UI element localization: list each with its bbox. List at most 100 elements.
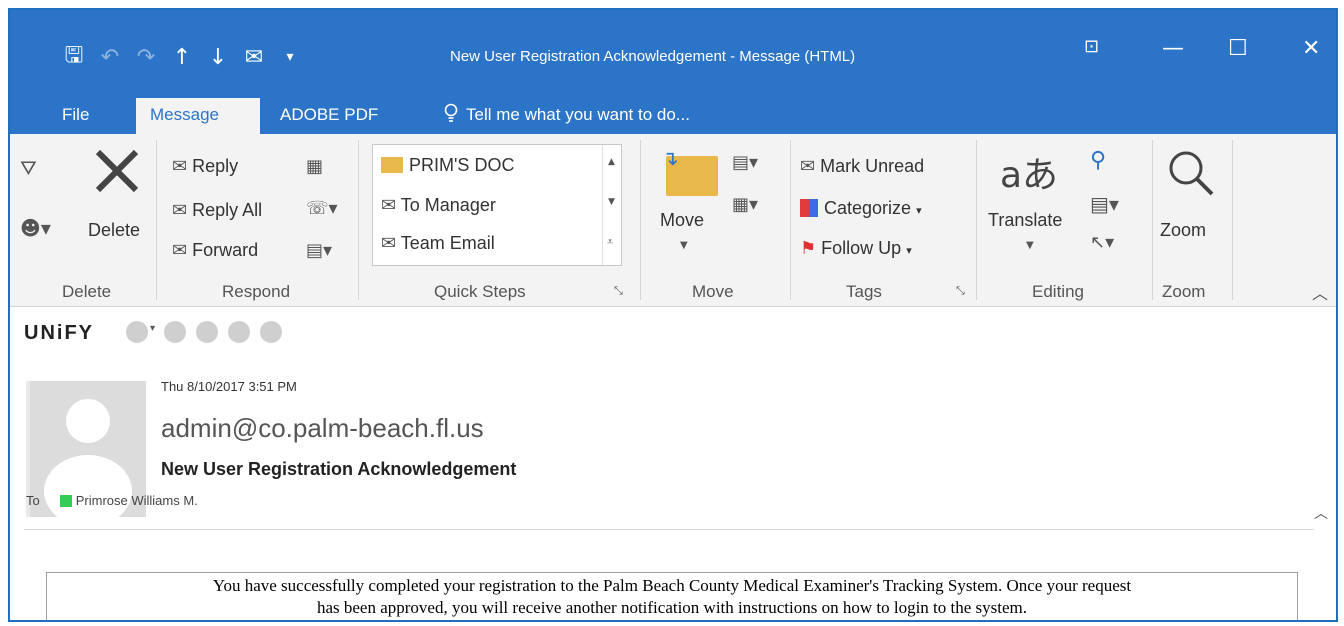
- rules-icon[interactable]: ▤▾: [732, 152, 758, 173]
- group-divider: [156, 140, 157, 300]
- editing-group-label: Editing: [1032, 282, 1084, 301]
- translate-button[interactable]: Translate: [988, 210, 1062, 231]
- select-cursor-icon[interactable]: ↖▾: [1090, 232, 1114, 253]
- quick-step-team-email[interactable]: ✉ Team Email: [381, 233, 495, 254]
- move-arrow-icon: ↴: [662, 146, 679, 170]
- quick-steps-group-label: Quick Steps: [434, 282, 526, 301]
- recipients-row: To Primrose Williams M.: [26, 493, 198, 508]
- find-icon[interactable]: ⚲: [1090, 148, 1106, 173]
- quick-step-to-manager[interactable]: ✉ To Manager: [381, 195, 496, 216]
- zoom-magnifier-icon: [1169, 151, 1214, 196]
- quick-steps-scrollbar[interactable]: ▲ ▼ ⩡: [602, 145, 621, 265]
- junk-icon[interactable]: ☻▾: [20, 216, 51, 240]
- forward-mail-icon: ✉: [381, 195, 397, 216]
- quick-step-prims-doc[interactable]: PRIM'S DOC: [381, 155, 514, 176]
- related-icon[interactable]: ▤▾: [1090, 192, 1119, 216]
- team-email-icon: ✉: [381, 233, 397, 254]
- group-divider: [358, 140, 359, 300]
- more-respond-icon[interactable]: ▤▾: [306, 240, 332, 261]
- translate-icon: aあ: [1000, 155, 1059, 196]
- move-dropdown-icon[interactable]: ▼: [680, 240, 688, 251]
- reply-icon: ✉: [172, 156, 188, 177]
- reply-button[interactable]: ✉ Reply: [172, 156, 238, 177]
- header-divider: [24, 529, 1314, 530]
- collapse-header-icon[interactable]: ︿: [1314, 503, 1328, 523]
- tell-me-text: Tell me what you want to do...: [466, 105, 690, 124]
- mark-unread-icon: ✉: [800, 156, 816, 177]
- translate-dropdown-icon[interactable]: ▼: [1026, 240, 1034, 251]
- presence-indicator: [59, 495, 72, 507]
- dialog-launcher-icon[interactable]: ⤡: [614, 284, 623, 298]
- tags-group-label: Tags: [846, 282, 882, 301]
- group-divider: [640, 140, 641, 300]
- screen-share-icon[interactable]: [228, 321, 250, 343]
- more-quick-steps-icon[interactable]: ⩡: [607, 235, 613, 249]
- delete-button[interactable]: Delete: [88, 220, 140, 241]
- tab-file[interactable]: File: [48, 98, 103, 134]
- recipient-name[interactable]: Primrose Williams M.: [76, 493, 198, 508]
- ignore-icon[interactable]: ⛛: [20, 156, 37, 180]
- outlook-window: 🖫 ↶ ↷ ↑ ↓ ✉ ▾ New User Registration Ackn…: [8, 8, 1338, 622]
- onenote-icon[interactable]: ▦▾: [732, 194, 758, 215]
- history-icon[interactable]: [260, 321, 282, 343]
- save-icon[interactable]: 🖫: [56, 38, 92, 76]
- reply-all-button[interactable]: ✉ Reply All: [172, 200, 262, 221]
- next-item-icon[interactable]: ↓: [200, 45, 236, 70]
- ribbon: ⛛ ☻▾ Delete Delete ✉ Reply ✉ Reply All ✉…: [10, 134, 1336, 307]
- ribbon-tabs: File Message ADOBE PDF Tell me what you …: [10, 90, 1336, 134]
- move-button[interactable]: Move: [660, 210, 704, 231]
- group-divider: [1152, 140, 1153, 300]
- meeting-icon[interactable]: ▦: [306, 156, 323, 177]
- customize-toolbar-icon[interactable]: ▾: [272, 49, 308, 65]
- categorize-icon: [800, 199, 818, 217]
- maximize-icon[interactable]: ☐: [1228, 36, 1248, 61]
- message-body: You have successfully completed your reg…: [46, 572, 1298, 620]
- scroll-up-icon[interactable]: ▲: [608, 157, 615, 167]
- forward-icon: ✉: [172, 240, 188, 261]
- title-bar: 🖫 ↶ ↷ ↑ ↓ ✉ ▾ New User Registration Ackn…: [10, 10, 1336, 90]
- to-label: To: [26, 493, 40, 508]
- group-divider: [976, 140, 977, 300]
- undo-icon[interactable]: ↶: [92, 45, 128, 70]
- tab-message[interactable]: Message: [136, 98, 260, 134]
- quick-steps-gallery: PRIM'S DOC ✉ To Manager ✉ Team Email ▲ ▼…: [372, 144, 622, 266]
- unify-logo: UNiFY: [24, 322, 94, 344]
- zoom-button[interactable]: Zoom: [1160, 220, 1206, 241]
- redo-icon[interactable]: ↷: [128, 45, 164, 70]
- sender-address[interactable]: admin@co.palm-beach.fl.us: [161, 413, 484, 444]
- body-line-2: has been approved, you will receive anot…: [316, 598, 1028, 617]
- delete-x-icon[interactable]: [92, 146, 142, 196]
- chat-icon[interactable]: [196, 321, 218, 343]
- message-date: Thu 8/10/2017 3:51 PM: [161, 379, 297, 394]
- previous-item-icon[interactable]: ↑: [164, 45, 200, 70]
- mark-unread-button[interactable]: ✉ Mark Unread: [800, 156, 924, 177]
- body-line-1: You have successfully completed your reg…: [212, 576, 1132, 595]
- tell-me-search[interactable]: Tell me what you want to do...: [430, 98, 704, 134]
- reading-pane: UNiFY ▾ Thu 8/10/2017 3:51 PM admin@co.p…: [10, 307, 1336, 620]
- delete-group-label: Delete: [62, 282, 112, 301]
- folder-icon: [381, 157, 403, 173]
- phone-dropdown-icon[interactable]: ▾: [150, 323, 155, 334]
- reply-envelope-icon[interactable]: ✉: [236, 45, 272, 70]
- close-icon[interactable]: ✕: [1302, 36, 1320, 61]
- flag-icon: ⚑: [800, 238, 817, 259]
- collapse-ribbon-icon[interactable]: ︿: [1312, 280, 1328, 304]
- lightbulb-icon: [444, 103, 458, 122]
- follow-up-button[interactable]: ⚑ Follow Up ▾: [800, 238, 912, 259]
- tab-adobe-pdf[interactable]: ADOBE PDF: [266, 98, 392, 134]
- categorize-button[interactable]: Categorize ▾: [800, 198, 922, 219]
- reply-all-icon: ✉: [172, 200, 188, 221]
- dialog-launcher-icon[interactable]: ⤡: [956, 284, 965, 298]
- group-divider: [1232, 140, 1233, 300]
- phone-icon[interactable]: [126, 321, 148, 343]
- minimize-icon[interactable]: —: [1162, 36, 1184, 61]
- message-subject: New User Registration Acknowledgement: [161, 459, 517, 479]
- group-divider: [790, 140, 791, 300]
- ribbon-display-options-icon[interactable]: ⊡: [1084, 36, 1099, 57]
- scroll-down-icon[interactable]: ▼: [608, 197, 615, 207]
- im-icon[interactable]: ☏▾: [306, 198, 338, 219]
- forward-button[interactable]: ✉ Forward: [172, 240, 258, 261]
- respond-group-label: Respond: [222, 282, 291, 301]
- conference-icon[interactable]: [164, 321, 186, 343]
- window-title: New User Registration Acknowledgement - …: [450, 48, 856, 65]
